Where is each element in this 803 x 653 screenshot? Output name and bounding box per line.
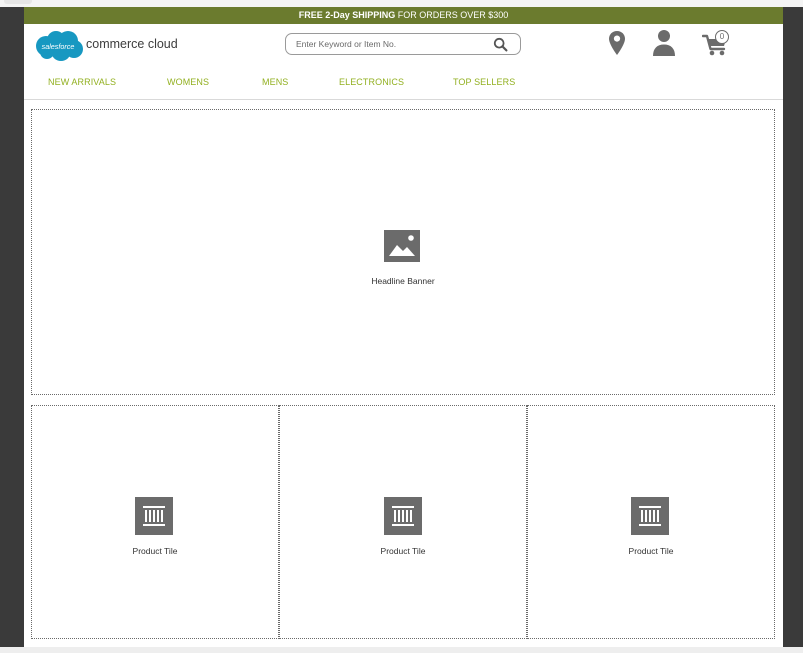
- nav-new-arrivals[interactable]: NEW ARRIVALS: [48, 77, 116, 87]
- nav-mens[interactable]: MENS: [262, 77, 288, 87]
- salesforce-logo-icon[interactable]: salesforce: [32, 29, 84, 63]
- product-tile-label: Product Tile: [380, 546, 426, 556]
- promo-text: FOR ORDERS OVER $300: [395, 10, 509, 20]
- right-gutter: [783, 7, 803, 647]
- location-pin-icon[interactable]: [608, 30, 626, 56]
- product-tile-slot-3[interactable]: Product Tile: [527, 405, 775, 639]
- header-divider: [24, 99, 783, 100]
- product-tile-slot-2[interactable]: Product Tile: [279, 405, 527, 639]
- brand-name[interactable]: commerce cloud: [86, 37, 178, 51]
- image-placeholder-icon: [384, 230, 420, 262]
- window-tab-nub: [4, 0, 32, 4]
- main-nav: NEW ARRIVALS WOMENS MENS ELECTRONICS TOP…: [24, 77, 783, 91]
- product-tile-icon: [135, 497, 173, 535]
- bottom-bar: [0, 647, 803, 653]
- nav-womens[interactable]: WOMENS: [167, 77, 209, 87]
- nav-top-sellers[interactable]: TOP SELLERS: [453, 77, 515, 87]
- product-tile-label: Product Tile: [628, 546, 674, 556]
- product-tile-icon: [384, 497, 422, 535]
- left-gutter: [0, 7, 24, 647]
- product-tile-icon: [631, 497, 669, 535]
- search-bar[interactable]: [285, 33, 521, 55]
- product-tile-slot-1[interactable]: Product Tile: [31, 405, 279, 639]
- search-input[interactable]: [296, 37, 476, 51]
- nav-electronics[interactable]: ELECTRONICS: [339, 77, 404, 87]
- account-icon[interactable]: [651, 29, 677, 57]
- product-tile-label: Product Tile: [132, 546, 178, 556]
- cart-button[interactable]: 0: [702, 28, 732, 58]
- logo-cloud-text: salesforce: [42, 42, 75, 51]
- promo-bold-text: FREE 2-Day SHIPPING: [298, 10, 396, 20]
- headline-banner-label: Headline Banner: [371, 276, 435, 286]
- window-top-strip: [0, 0, 803, 7]
- cart-count-badge: 0: [715, 30, 729, 44]
- search-icon[interactable]: [493, 37, 508, 52]
- storefront-page: FREE 2-Day SHIPPING FOR ORDERS OVER $300…: [24, 7, 783, 647]
- promo-banner[interactable]: FREE 2-Day SHIPPING FOR ORDERS OVER $300: [24, 7, 783, 24]
- headline-banner-slot[interactable]: Headline Banner: [31, 109, 775, 395]
